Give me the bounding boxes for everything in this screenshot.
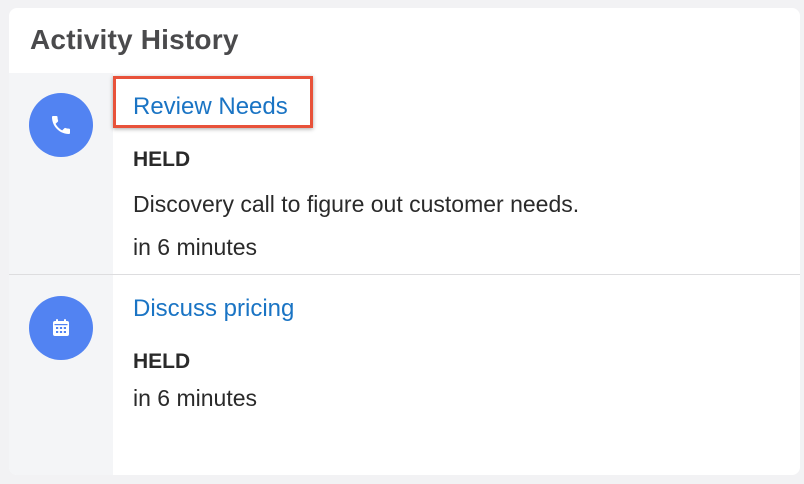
activity-time: in 6 minutes: [133, 385, 258, 411]
phone-icon: [29, 93, 93, 157]
activity-title-link[interactable]: Review Needs: [133, 92, 288, 122]
activity-history-card: Activity History Review Needs HELD Disco…: [9, 8, 800, 475]
activity-title-link[interactable]: Discuss pricing: [133, 294, 294, 324]
activity-status: HELD: [133, 350, 191, 373]
card-title: Activity History: [30, 24, 239, 55]
calendar-icon: [29, 296, 93, 360]
activity-status: HELD: [133, 148, 191, 171]
activity-description: Discovery call to figure out customer ne…: [133, 191, 580, 217]
divider: [9, 274, 800, 275]
activity-time: in 6 minutes: [133, 234, 258, 260]
